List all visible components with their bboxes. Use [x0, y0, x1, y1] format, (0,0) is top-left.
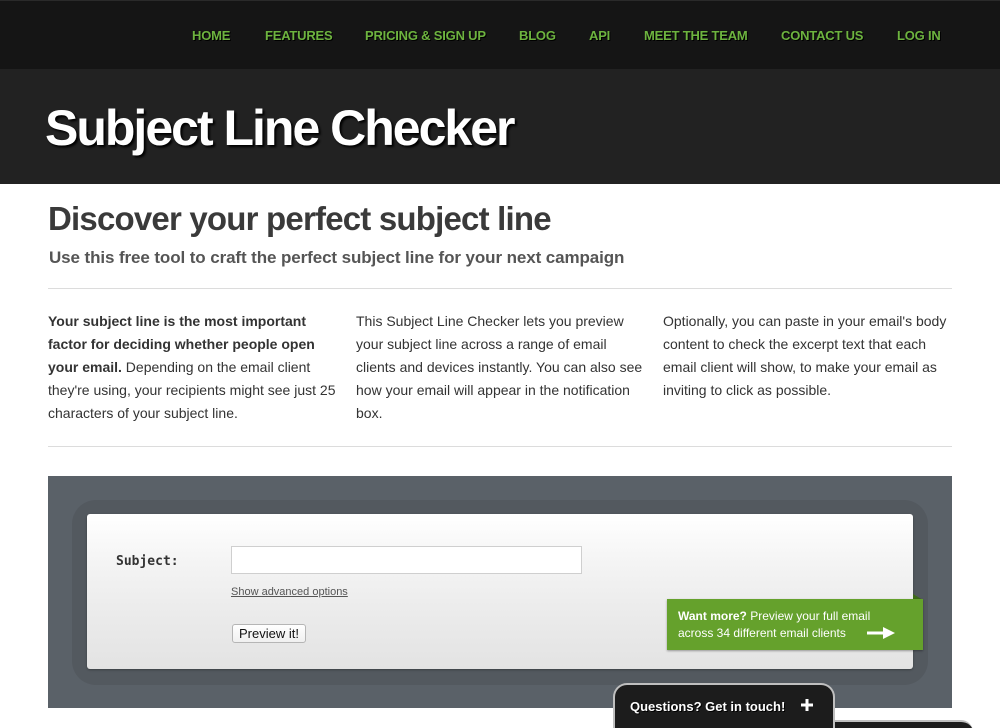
promo-bold: Want more? — [678, 609, 747, 623]
page-subtitle: Use this free tool to craft the perfect … — [49, 248, 625, 267]
intro-column-1: Your subject line is the most important … — [48, 310, 338, 425]
full-email-preview-promo[interactable]: Want more? Preview your full email acros… — [667, 599, 923, 650]
hero-banner: Subject Line Checker — [0, 69, 1000, 184]
intro-column-3: Optionally, you can paste in your email'… — [663, 310, 953, 402]
promo-line-1: Want more? Preview your full email — [678, 608, 923, 625]
nav-blog[interactable]: BLOG — [519, 28, 556, 43]
subject-input[interactable] — [231, 546, 582, 574]
show-advanced-options-link[interactable]: Show advanced options — [231, 586, 348, 598]
divider — [48, 288, 952, 289]
site-title: Subject Line Checker — [45, 100, 515, 156]
intro-column-2: This Subject Line Checker lets you previ… — [356, 310, 646, 425]
subject-label: Subject: — [116, 554, 179, 569]
preview-button[interactable]: Preview it! — [232, 624, 306, 643]
nav-contact-us[interactable]: CONTACT US — [781, 28, 863, 43]
top-navigation: HOME FEATURES PRICING & SIGN UP BLOG API… — [0, 0, 1000, 69]
plus-icon[interactable] — [801, 699, 813, 711]
nav-home[interactable]: HOME — [192, 28, 230, 43]
nav-api[interactable]: API — [589, 28, 610, 43]
divider — [48, 446, 952, 447]
questions-label[interactable]: Questions? Get in touch! — [630, 699, 785, 714]
intro-text: This Subject Line Checker lets you previ… — [356, 313, 643, 421]
promo-text: Preview your full email — [746, 609, 871, 623]
nav-pricing-sign-up[interactable]: PRICING & SIGN UP — [365, 28, 486, 43]
nav-log-in[interactable]: LOG IN — [897, 28, 941, 43]
nav-meet-the-team[interactable]: MEET THE TEAM — [644, 28, 748, 43]
page-title: Discover your perfect subject line — [48, 200, 552, 237]
intro-text: Optionally, you can paste in your email'… — [663, 313, 947, 398]
arrow-right-icon — [867, 627, 895, 639]
nav-features[interactable]: FEATURES — [265, 28, 333, 43]
